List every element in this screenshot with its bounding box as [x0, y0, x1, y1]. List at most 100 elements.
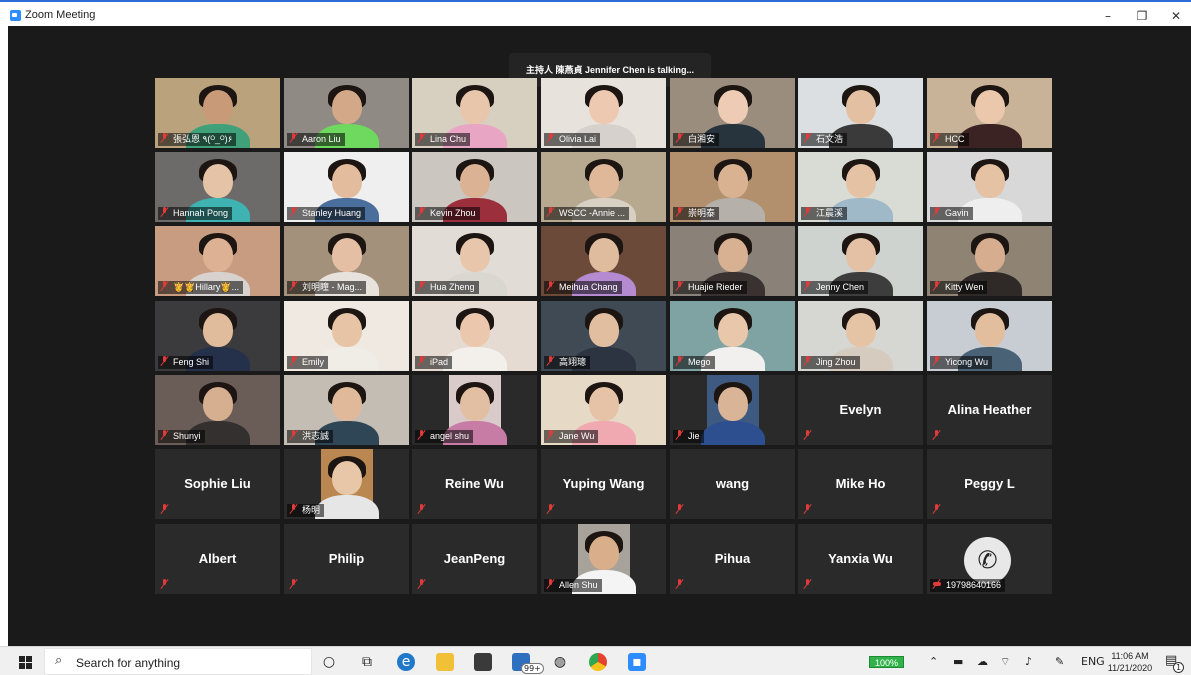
participant-name-label: Emily: [287, 356, 328, 369]
file-explorer-icon[interactable]: [436, 653, 454, 671]
participant-tile[interactable]: Yicong Wu: [927, 301, 1052, 371]
mic-muted-icon: [546, 356, 555, 366]
participant-tile[interactable]: Feng Shi: [155, 301, 280, 371]
participant-tile[interactable]: Mego: [670, 301, 795, 371]
participant-tile[interactable]: Jie: [670, 375, 795, 445]
participant-name: 刘明瞳 - Mag...: [302, 282, 363, 292]
participant-tile[interactable]: Shunyi: [155, 375, 280, 445]
store-icon[interactable]: [474, 653, 492, 671]
participant-tile[interactable]: Sophie Liu: [155, 449, 280, 519]
close-button[interactable]: ✕: [1165, 8, 1187, 24]
participant-tile[interactable]: Gavin: [927, 152, 1052, 222]
participant-tile[interactable]: 白湘安: [670, 78, 795, 148]
participant-tile[interactable]: Allen Shu: [541, 524, 666, 594]
start-icon[interactable]: [19, 656, 32, 669]
edge-icon[interactable]: e: [397, 653, 415, 671]
participant-tile[interactable]: Emily: [284, 301, 409, 371]
wifi-icon[interactable]: ⌔: [1000, 655, 1010, 669]
mic-muted-icon: [417, 579, 426, 589]
participant-name: Stanley Huang: [302, 208, 362, 218]
participant-tile[interactable]: Hannah Pong: [155, 152, 280, 222]
participant-tile[interactable]: 高翊璁: [541, 301, 666, 371]
participant-tile[interactable]: 江晨溪: [798, 152, 923, 222]
participant-tile[interactable]: Alina Heather: [927, 375, 1052, 445]
participant-tile[interactable]: Reine Wu: [412, 449, 537, 519]
participant-tile[interactable]: WSCC -Annie ...: [541, 152, 666, 222]
show-hidden-icons-icon[interactable]: ⌃: [929, 655, 938, 668]
mic-muted-icon: [803, 579, 812, 589]
participant-tile[interactable]: Peggy L: [927, 449, 1052, 519]
mic-muted-icon: [803, 133, 812, 143]
participant-tile[interactable]: 張弘恩 ٩(ᴼ_ᴼ)۶: [155, 78, 280, 148]
mic-muted-icon: [675, 356, 684, 366]
participant-tile[interactable]: iPad: [412, 301, 537, 371]
participant-tile[interactable]: Jing Zhou: [798, 301, 923, 371]
participant-tile[interactable]: Stanley Huang: [284, 152, 409, 222]
participant-tile[interactable]: Jane Wu: [541, 375, 666, 445]
participant-tile[interactable]: Evelyn: [798, 375, 923, 445]
participant-face: [588, 164, 619, 198]
participant-tile[interactable]: Lina Chu: [412, 78, 537, 148]
onedrive-icon[interactable]: ☁: [977, 655, 988, 668]
participant-name: 江晨溪: [816, 208, 844, 218]
participant-tile[interactable]: Hua Zheng: [412, 226, 537, 296]
chrome-icon[interactable]: [589, 653, 607, 671]
participant-name: Allen Shu: [559, 580, 598, 590]
volume-icon[interactable]: ♪: [1025, 655, 1032, 668]
participant-name: 19798640166: [946, 580, 1002, 590]
cortana-icon[interactable]: ○: [320, 653, 338, 671]
participant-tile[interactable]: 洪志誠: [284, 375, 409, 445]
participant-tile[interactable]: 杨明: [284, 449, 409, 519]
participant-tile[interactable]: angel shu: [412, 375, 537, 445]
participant-tile[interactable]: Huajie Rieder: [670, 226, 795, 296]
participant-tile[interactable]: 👸👸Hillary👸...: [155, 226, 280, 296]
participant-video: [314, 449, 379, 519]
participant-tile[interactable]: Mike Ho: [798, 449, 923, 519]
mic-muted-icon: [289, 579, 298, 589]
participant-tile[interactable]: Kevin Zhou: [412, 152, 537, 222]
participant-name: 👸👸Hillary👸...: [173, 282, 240, 292]
mic-muted-icon: [932, 281, 941, 291]
zoom-icon[interactable]: ▪: [628, 653, 646, 671]
participant-name: 張弘恩 ٩(ᴼ_ᴼ)۶: [173, 134, 233, 144]
participant-name-label: Yicong Wu: [930, 356, 993, 369]
participant-tile[interactable]: 崇明泰: [670, 152, 795, 222]
clock[interactable]: 11:06 AM 11/21/2020: [1101, 650, 1159, 674]
maximize-button[interactable]: ❐: [1131, 8, 1153, 24]
participant-tile[interactable]: Olivia Lai: [541, 78, 666, 148]
participant-tile[interactable]: Aaron Liu: [284, 78, 409, 148]
participant-tile[interactable]: Albert: [155, 524, 280, 594]
participant-tile[interactable]: 刘明瞳 - Mag...: [284, 226, 409, 296]
participant-name-label: WSCC -Annie ...: [544, 207, 630, 220]
mic-muted-icon: [675, 430, 684, 440]
participant-tile[interactable]: Jenny Chen: [798, 226, 923, 296]
battery-indicator[interactable]: 100%: [869, 656, 904, 668]
pen-icon[interactable]: ✎: [1055, 655, 1064, 668]
mic-muted-icon: [803, 504, 812, 514]
participant-face: [331, 461, 362, 495]
task-view-icon[interactable]: ⧉: [358, 653, 376, 671]
participant-tile[interactable]: Pihua: [670, 524, 795, 594]
participant-name-label: Gavin: [930, 207, 973, 220]
taskbar-search-box[interactable]: ⌕ Search for anything: [44, 648, 312, 675]
participant-name-label: Kitty Wen: [930, 281, 988, 294]
participant-name: 高翊璁: [559, 357, 587, 367]
participant-tile[interactable]: ✆ 19798640166: [927, 524, 1052, 594]
participant-tile[interactable]: HCC: [927, 78, 1052, 148]
participant-tile[interactable]: 石文浩: [798, 78, 923, 148]
participant-tile[interactable]: Philip: [284, 524, 409, 594]
participant-tile[interactable]: wang: [670, 449, 795, 519]
mic-muted-icon: [160, 356, 169, 366]
participant-name-label: [930, 430, 949, 443]
network-icon[interactable]: ◍: [551, 653, 569, 671]
participant-tile[interactable]: Yanxia Wu: [798, 524, 923, 594]
participant-face: [717, 387, 748, 421]
participant-tile[interactable]: Yuping Wang: [541, 449, 666, 519]
participant-tile[interactable]: JeanPeng: [412, 524, 537, 594]
battery-icon[interactable]: ▬: [953, 655, 963, 668]
minimize-button[interactable]: –: [1097, 8, 1119, 24]
participant-tile[interactable]: Kitty Wen: [927, 226, 1052, 296]
participant-name-label: [801, 504, 820, 517]
mic-muted-icon: [289, 133, 298, 143]
participant-tile[interactable]: Meihua Chang: [541, 226, 666, 296]
